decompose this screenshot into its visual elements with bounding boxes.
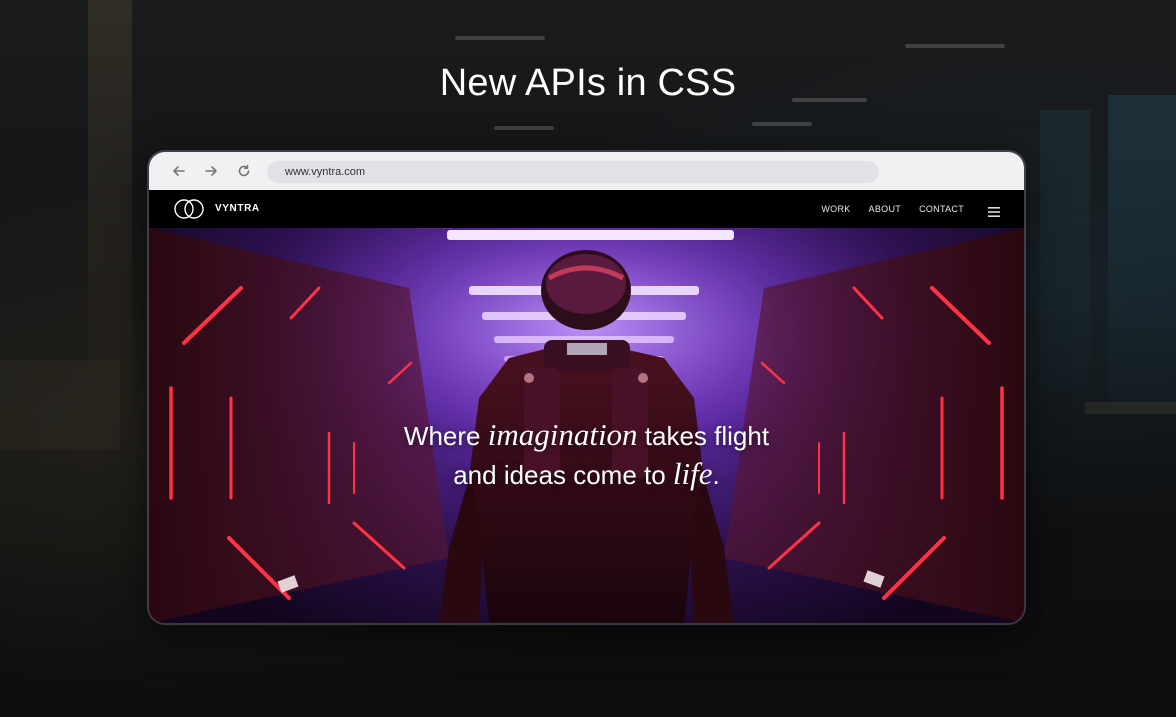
hero-line2-pre: and ideas come to bbox=[453, 460, 673, 490]
hero-headline-line1: Where imagination takes flight bbox=[149, 416, 1024, 455]
site-navbar: VYNTRA WORK ABOUT CONTACT bbox=[149, 190, 1024, 228]
hero-line1-post: takes flight bbox=[637, 421, 770, 451]
hero-headline-line2: and ideas come to life. bbox=[149, 455, 1024, 494]
hero-headline: Where imagination takes flight and ideas… bbox=[149, 416, 1024, 494]
browser-toolbar: www.vyntra.com bbox=[149, 152, 1024, 191]
ceiling-light bbox=[494, 126, 554, 130]
hero-section: Where imagination takes flight and ideas… bbox=[149, 228, 1024, 623]
vyntra-logo-icon[interactable] bbox=[171, 198, 207, 220]
ceiling-light bbox=[752, 122, 812, 126]
back-arrow-icon[interactable] bbox=[169, 161, 189, 181]
hamburger-menu-icon[interactable] bbox=[988, 204, 1000, 217]
nav-links: WORK ABOUT CONTACT bbox=[821, 204, 964, 214]
hero-line1-pre: Where bbox=[403, 421, 488, 451]
ceiling-light bbox=[455, 36, 545, 40]
ceiling-light bbox=[905, 44, 1005, 48]
background-desk bbox=[1085, 402, 1176, 414]
background-window bbox=[1040, 110, 1090, 390]
nav-link-contact[interactable]: CONTACT bbox=[919, 204, 964, 214]
address-bar[interactable]: www.vyntra.com bbox=[267, 161, 879, 183]
nav-link-about[interactable]: ABOUT bbox=[869, 204, 902, 214]
background-window bbox=[1108, 95, 1176, 405]
brand-name[interactable]: VYNTRA bbox=[215, 203, 260, 214]
nav-link-work[interactable]: WORK bbox=[821, 204, 850, 214]
browser-window: www.vyntra.com VYNTRA WORK ABOUT CONTACT bbox=[149, 152, 1024, 623]
slide-stage: New APIs in CSS www.vyntra.com VYNTRA WO… bbox=[0, 0, 1176, 717]
hero-line2-emphasis: life bbox=[672, 456, 713, 491]
hero-line2-post: . bbox=[712, 460, 720, 490]
hero-line1-emphasis: imagination bbox=[487, 417, 638, 452]
slide-title: New APIs in CSS bbox=[439, 62, 737, 104]
forward-arrow-icon[interactable] bbox=[201, 161, 221, 181]
reload-icon[interactable] bbox=[234, 161, 254, 181]
background-chair bbox=[0, 360, 120, 450]
